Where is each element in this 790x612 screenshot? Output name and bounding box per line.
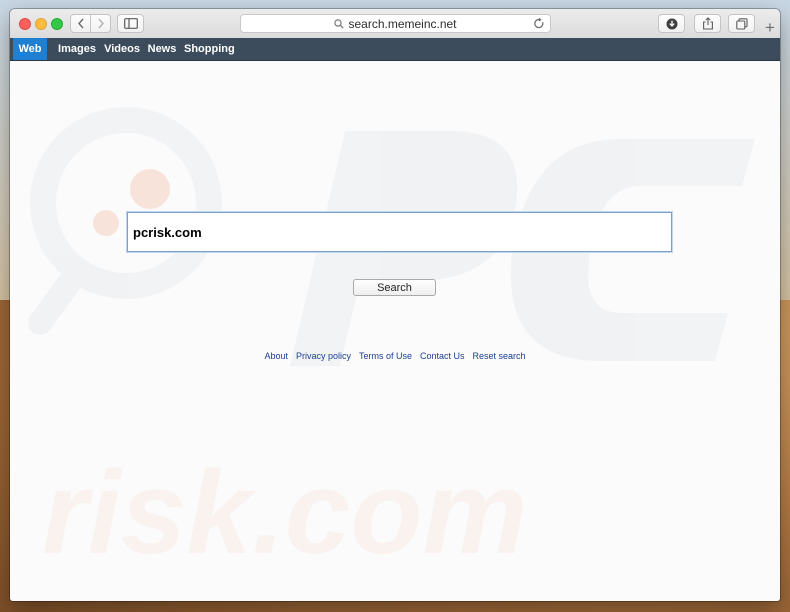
address-bar[interactable]: search.memeinc.net [240, 14, 551, 33]
close-window-button[interactable] [19, 18, 31, 30]
footer-link-about[interactable]: About [264, 351, 288, 361]
tab-videos[interactable]: Videos [103, 38, 141, 60]
download-button[interactable] [658, 14, 685, 33]
browser-window: search.memeinc.net + Web Images Videos N… [10, 9, 780, 601]
search-input[interactable] [127, 212, 672, 252]
sidebar-icon [123, 18, 138, 29]
tab-web[interactable]: Web [13, 38, 47, 60]
tabs-icon [735, 17, 748, 30]
share-button[interactable] [694, 14, 721, 33]
reload-icon[interactable] [533, 17, 545, 30]
back-icon [77, 18, 84, 29]
tab-news[interactable]: News [146, 38, 178, 60]
footer-link-contact-us[interactable]: Contact Us [420, 351, 465, 361]
minimize-window-button[interactable] [35, 18, 47, 30]
footer-link-reset-search[interactable]: Reset search [473, 351, 526, 361]
forward-icon [97, 18, 104, 29]
tab-images[interactable]: Images [56, 38, 98, 60]
download-icon [666, 18, 677, 29]
footer-link-terms-of-use[interactable]: Terms of Use [359, 351, 412, 361]
back-button[interactable] [71, 15, 90, 32]
search-button[interactable]: Search [353, 279, 436, 296]
tab-shopping[interactable]: Shopping [184, 38, 235, 60]
address-text: search.memeinc.net [348, 16, 457, 31]
new-tab-button[interactable]: + [760, 19, 780, 39]
forward-button[interactable] [90, 15, 110, 32]
share-icon [702, 17, 713, 30]
search-category-nav: Web Images Videos News Shopping [10, 38, 780, 61]
watermark-text: risk.com [42, 447, 527, 579]
show-tabs-button[interactable] [728, 14, 755, 33]
pcrisk-watermark: risk.com [28, 107, 755, 579]
page-content: risk.com Search About Privacy policy Ter… [10, 61, 780, 601]
zoom-window-button[interactable] [51, 18, 63, 30]
browser-toolbar: search.memeinc.net + [10, 9, 780, 39]
sidebar-button[interactable] [117, 14, 144, 33]
footer-links: About Privacy policy Terms of Use Contac… [10, 351, 780, 361]
history-nav-group [70, 14, 111, 33]
footer-link-privacy-policy[interactable]: Privacy policy [296, 351, 351, 361]
magnifier-icon [334, 18, 345, 29]
